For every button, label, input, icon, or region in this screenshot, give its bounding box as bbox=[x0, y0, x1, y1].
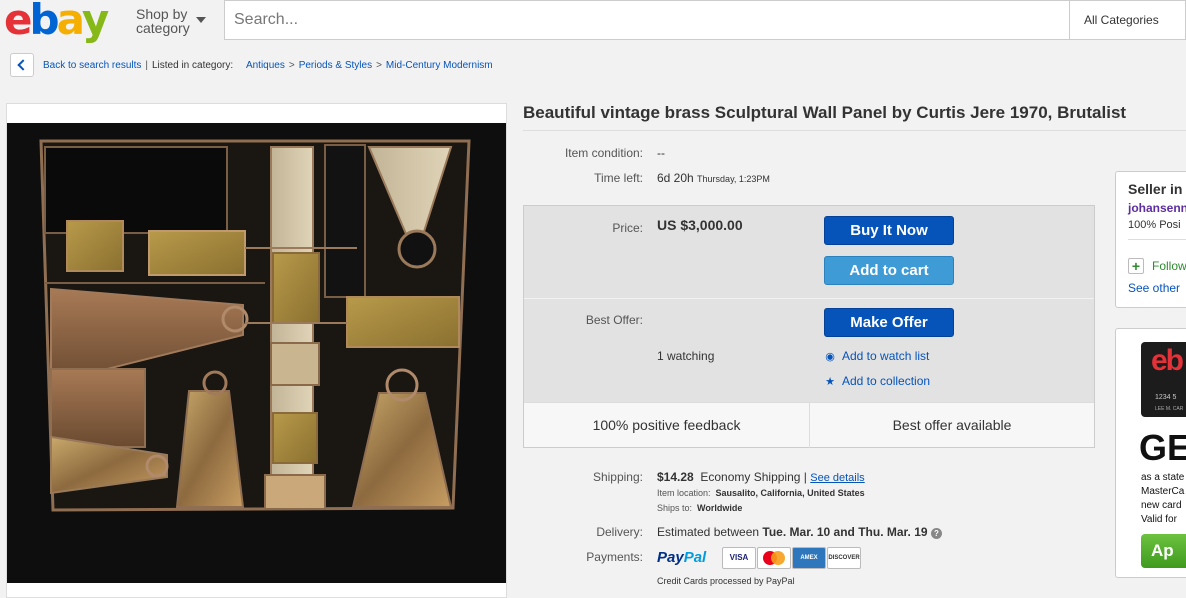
logo-letter-e: e bbox=[4, 0, 32, 44]
delivery-value: Estimated between Tue. Mar. 10 and Thu. … bbox=[657, 525, 942, 539]
ad-line-4: Valid for bbox=[1141, 514, 1177, 525]
shop-by-line1: Shop by bbox=[136, 6, 188, 22]
paypal-logo: PayPal bbox=[657, 549, 706, 566]
watching-count: 1 watching bbox=[657, 349, 715, 363]
time-left-detail: Thursday, 1:23PM bbox=[697, 174, 770, 184]
ad-line-2: MasterCa bbox=[1141, 486, 1185, 497]
add-to-watch-list-link[interactable]: ◉ Add to watch list bbox=[824, 349, 929, 363]
ad-headline: GE bbox=[1139, 427, 1186, 468]
breadcrumb-item-mid-century[interactable]: Mid-Century Modernism bbox=[386, 60, 493, 71]
breadcrumb-chevron: > bbox=[288, 60, 295, 71]
item-image-panel bbox=[6, 103, 507, 598]
price-label: Price: bbox=[612, 221, 643, 235]
best-offer-label: Best Offer: bbox=[585, 313, 643, 327]
breadcrumb-item-antiques[interactable]: Antiques bbox=[246, 60, 285, 71]
ships-to-label: Ships to: bbox=[657, 503, 693, 513]
delivery-range: Tue. Mar. 10 and Thu. Mar. 19 bbox=[762, 525, 928, 539]
time-left-label: Time left: bbox=[594, 171, 643, 185]
ebay-logo[interactable]: ebay bbox=[4, 0, 109, 44]
visa-card-icon: VISA bbox=[722, 547, 756, 569]
item-photo[interactable] bbox=[7, 123, 506, 583]
shop-by-line2: category bbox=[136, 20, 190, 36]
discover-card-icon: DISCOVER bbox=[827, 547, 861, 569]
payments-label: Payments: bbox=[586, 550, 643, 564]
item-location-label: Item location: bbox=[657, 488, 711, 498]
breadcrumb-item-periods[interactable]: Periods & Styles bbox=[299, 60, 372, 71]
ad-logo-text: eb bbox=[1151, 344, 1184, 377]
delivery-label: Delivery: bbox=[596, 525, 643, 539]
time-left-value: 6d 20h Thursday, 1:23PM bbox=[657, 171, 770, 185]
category-select[interactable]: All Categories bbox=[1070, 0, 1186, 40]
ad-line-3: new card bbox=[1141, 500, 1182, 511]
advertisement[interactable]: eb 1234 5 LEE M. CAR GE as a state Maste… bbox=[1115, 328, 1186, 578]
ships-to-value: Worldwide bbox=[697, 503, 743, 513]
price-value: US $3,000.00 bbox=[657, 217, 743, 233]
add-watch-label: Add to watch list bbox=[842, 349, 930, 363]
shipping-method: Economy Shipping bbox=[700, 470, 801, 484]
buy-it-now-button[interactable]: Buy It Now bbox=[824, 216, 954, 245]
amex-card-icon: AMEX bbox=[792, 547, 826, 569]
divider bbox=[523, 130, 1186, 131]
time-left-amount: 6d 20h bbox=[657, 171, 694, 185]
shipping-value: $14.28 Economy Shipping | See details bbox=[657, 470, 865, 484]
back-arrow-icon[interactable] bbox=[10, 53, 34, 77]
chevron-down-icon bbox=[196, 17, 206, 23]
logo-letter-y: y bbox=[81, 0, 109, 44]
seller-highlights: 100% positive feedback Best offer availa… bbox=[524, 402, 1094, 448]
condition-value: -- bbox=[657, 146, 665, 160]
add-collection-label: Add to collection bbox=[842, 374, 931, 388]
ad-line-1: as a state bbox=[1141, 472, 1185, 483]
wall-panel-photo bbox=[7, 123, 506, 583]
add-to-collection-link[interactable]: ★ Add to collection bbox=[824, 374, 930, 388]
seller-heading: Seller in bbox=[1128, 181, 1183, 197]
credit-card-image: eb 1234 5 LEE M. CAR bbox=[1141, 342, 1186, 417]
add-to-cart-button[interactable]: Add to cart bbox=[824, 256, 954, 285]
item-location-value: Sausalito, California, United States bbox=[715, 488, 865, 498]
seller-positive: 100% Posi bbox=[1128, 219, 1181, 231]
eye-icon: ◉ bbox=[825, 351, 835, 363]
seller-name-link[interactable]: johansenn bbox=[1128, 201, 1186, 215]
buy-box: Price: US $3,000.00 Buy It Now Add to ca… bbox=[523, 205, 1095, 448]
seller-info-box: Seller in johansenn 100% Posi + Follow S… bbox=[1115, 171, 1186, 308]
see-other-items-link[interactable]: See other bbox=[1128, 281, 1180, 295]
see-details-link[interactable]: See details bbox=[810, 472, 864, 484]
ad-card-name: LEE M. CAR bbox=[1155, 406, 1184, 412]
best-offer-available-text: Best offer available bbox=[892, 417, 1012, 433]
paypal-pay: Pay bbox=[657, 549, 684, 566]
mastercard-icon bbox=[757, 547, 791, 569]
logo-letter-b: b bbox=[29, 0, 60, 44]
ships-to: Ships to: Worldwide bbox=[657, 503, 742, 513]
payments-note: Credit Cards processed by PayPal bbox=[657, 576, 795, 586]
star-icon: ★ bbox=[825, 376, 835, 388]
follow-link[interactable]: Follow bbox=[1152, 259, 1186, 273]
shipping-label: Shipping: bbox=[592, 470, 643, 484]
header: ebay Shop by category Search... All Cate… bbox=[0, 0, 1186, 44]
paypal-pal: Pal bbox=[683, 549, 707, 566]
breadcrumb-chevron: > bbox=[376, 60, 382, 71]
shop-by-category-button[interactable]: Shop by category bbox=[136, 6, 206, 36]
listed-in-label: Listed in category: bbox=[151, 60, 234, 71]
divider bbox=[1128, 239, 1186, 240]
ad-ebay-logo: eb bbox=[1151, 344, 1184, 378]
make-offer-button[interactable]: Make Offer bbox=[824, 308, 954, 337]
ad-card-number: 1234 5 bbox=[1155, 394, 1177, 401]
divider bbox=[524, 298, 1094, 299]
shipping-separator: | bbox=[803, 470, 807, 484]
positive-feedback-text: 100% positive feedback bbox=[592, 417, 741, 433]
item-title: Beautiful vintage brass Sculptural Wall … bbox=[523, 103, 1127, 122]
back-to-search-link[interactable]: Back to search results bbox=[43, 60, 141, 71]
breadcrumb: Back to search results | Listed in categor… bbox=[43, 60, 493, 71]
shipping-price: $14.28 bbox=[657, 470, 694, 484]
delivery-prefix: Estimated between bbox=[657, 525, 760, 539]
ad-apply-button[interactable]: Ap bbox=[1141, 534, 1186, 568]
search-input[interactable]: Search... bbox=[224, 0, 1070, 40]
plus-icon[interactable]: + bbox=[1128, 258, 1144, 274]
condition-label: Item condition: bbox=[564, 146, 643, 160]
item-location: Item location: Sausalito, California, Un… bbox=[657, 488, 865, 498]
logo-letter-a: a bbox=[56, 0, 85, 44]
breadcrumb-divider: | bbox=[145, 60, 148, 71]
help-icon[interactable]: ? bbox=[930, 528, 942, 539]
